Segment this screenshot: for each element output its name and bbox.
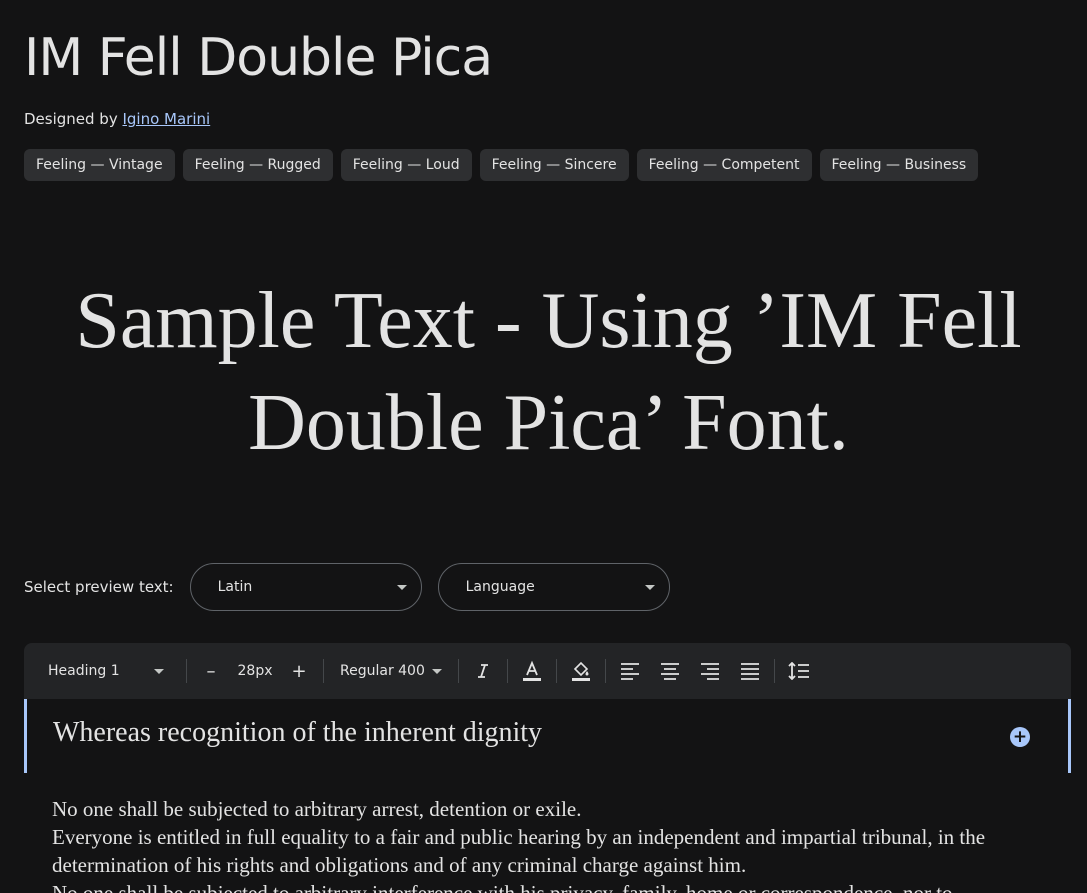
toolbar-divider <box>323 659 324 683</box>
editor-heading-block[interactable]: Whereas recognition of the inherent dign… <box>24 699 1071 773</box>
align-right-icon[interactable] <box>694 655 726 687</box>
designer-link[interactable]: Igino Marini <box>122 110 210 128</box>
tag-list: Feeling — Vintage Feeling — Rugged Feeli… <box>24 149 979 181</box>
increase-size-button[interactable]: + <box>283 655 315 687</box>
script-select-value: Latin <box>217 579 253 595</box>
tag-business[interactable]: Feeling — Business <box>819 149 979 181</box>
designer-line: Designed by Igino Marini <box>24 110 210 128</box>
paragraph: Everyone is entitled in full equality to… <box>52 825 986 877</box>
script-select[interactable]: Latin <box>189 563 422 611</box>
toolbar-divider <box>605 659 606 683</box>
font-size-value[interactable]: 28px <box>227 663 283 679</box>
text-style-value: Heading 1 <box>48 663 120 679</box>
toolbar-divider <box>507 659 508 683</box>
caret-down-icon <box>396 584 407 590</box>
italic-icon[interactable] <box>467 655 499 687</box>
language-select[interactable]: Language <box>437 563 670 611</box>
editor-toolbar: Heading 1 – 28px + Regular 400 <box>24 643 1071 699</box>
editor-heading-text[interactable]: Whereas recognition of the inherent dign… <box>53 717 542 749</box>
caret-down-icon <box>644 584 655 590</box>
toolbar-divider <box>458 659 459 683</box>
page-title: IM Fell Double Pica <box>24 28 493 88</box>
text-color-icon[interactable] <box>516 655 548 687</box>
language-select-value: Language <box>465 579 535 595</box>
tag-rugged[interactable]: Feeling — Rugged <box>182 149 333 181</box>
paragraph: No one shall be subjected to arbitrary i… <box>52 881 953 893</box>
toolbar-divider <box>774 659 775 683</box>
tag-sincere[interactable]: Feeling — Sincere <box>479 149 629 181</box>
toolbar-divider <box>556 659 557 683</box>
font-weight-value: Regular 400 <box>340 663 425 679</box>
caret-down-icon <box>432 668 442 674</box>
decrease-size-button[interactable]: – <box>195 655 227 687</box>
editor-paragraphs[interactable]: No one shall be subjected to arbitrary a… <box>52 795 1002 893</box>
fill-color-icon[interactable] <box>565 655 597 687</box>
caret-down-icon <box>154 668 164 674</box>
preview-label: Select preview text: <box>24 578 174 596</box>
designer-prefix: Designed by <box>24 110 123 128</box>
tag-competent[interactable]: Feeling — Competent <box>636 149 812 181</box>
preview-controls: Select preview text: Latin Language <box>24 563 686 611</box>
tag-loud[interactable]: Feeling — Loud <box>340 149 472 181</box>
line-height-icon[interactable] <box>783 655 815 687</box>
text-style-select[interactable]: Heading 1 <box>48 663 178 679</box>
font-weight-select[interactable]: Regular 400 <box>332 663 450 679</box>
align-left-icon[interactable] <box>614 655 646 687</box>
align-justify-icon[interactable] <box>734 655 766 687</box>
paragraph: No one shall be subjected to arbitrary a… <box>52 797 582 821</box>
sample-text: Sample Text - Using ’IM Fell Double Pica… <box>75 277 1022 467</box>
add-icon[interactable]: + <box>1010 727 1030 747</box>
align-center-icon[interactable] <box>654 655 686 687</box>
tag-vintage[interactable]: Feeling — Vintage <box>24 149 175 181</box>
toolbar-divider <box>186 659 187 683</box>
